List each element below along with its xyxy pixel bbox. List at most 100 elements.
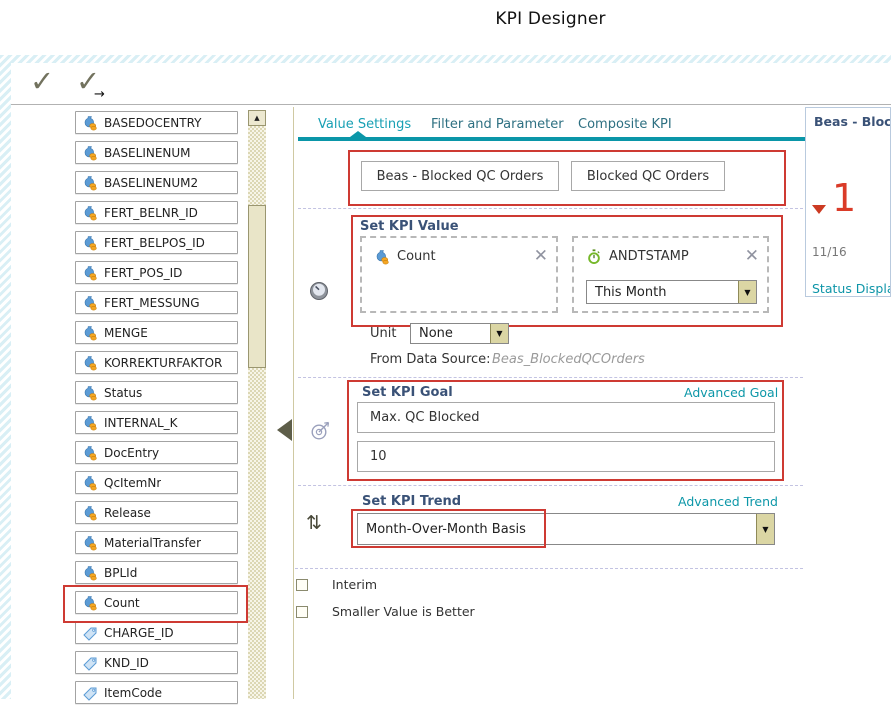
goal-section-title: Set KPI Goal (362, 385, 453, 400)
gauge-icon (309, 281, 329, 301)
measure-field-icon (82, 205, 98, 221)
smaller-value-checkbox[interactable] (296, 606, 308, 618)
section-separator (298, 208, 803, 209)
field-list-item[interactable]: BASELINENUM2 (75, 171, 238, 194)
advanced-goal-link[interactable]: Advanced Goal (684, 385, 778, 400)
interim-label: Interim (332, 577, 377, 592)
window-frame-left (0, 55, 11, 699)
measure-field-icon (82, 175, 98, 191)
field-list-item[interactable]: FERT_BELPOS_ID (75, 231, 238, 254)
field-label: KND_ID (104, 656, 149, 670)
dropdown-arrow-icon[interactable]: ▼ (756, 514, 774, 544)
field-label: BPLId (104, 566, 137, 580)
trend-basis-select[interactable]: Month-Over-Month Basis ▼ (357, 513, 775, 545)
target-icon (310, 419, 332, 441)
field-label: QcItemNr (104, 476, 161, 490)
tab-underline (298, 137, 805, 141)
measure-field-icon (82, 535, 98, 551)
measure-name: Count (397, 249, 534, 264)
kpi-preview-panel: Beas - Blocked QC Orders 1 11/16 Status … (805, 107, 891, 297)
sidebar-scrollbar-track[interactable] (248, 110, 266, 699)
field-list-item[interactable]: QcItemNr (75, 471, 238, 494)
field-label: BASEDOCENTRY (104, 116, 202, 130)
dropdown-arrow-icon[interactable]: ▼ (738, 281, 756, 303)
dropdown-arrow-icon[interactable]: ▼ (490, 324, 508, 343)
measure-field-icon (82, 265, 98, 281)
sidebar-scrollbar-thumb[interactable] (248, 205, 266, 368)
goal-name-input[interactable]: Max. QC Blocked (357, 402, 775, 433)
field-list-item[interactable]: FERT_POS_ID (75, 261, 238, 284)
field-list-item[interactable]: CHARGE_ID (75, 621, 238, 644)
field-list-item[interactable]: KND_ID (75, 651, 238, 674)
tag-field-icon (82, 655, 98, 671)
remove-measure-icon[interactable]: ✕ (534, 248, 548, 265)
measure-field-icon (82, 235, 98, 251)
unit-select[interactable]: None ▼ (410, 323, 509, 344)
tab-filter-and-parameter[interactable]: Filter and Parameter (431, 117, 564, 132)
field-list-item[interactable]: FERT_BELNR_ID (75, 201, 238, 224)
goal-value: 10 (370, 449, 387, 464)
period-select[interactable]: This Month ▼ (586, 280, 757, 304)
field-list-item[interactable]: Release (75, 501, 238, 524)
field-list-item[interactable]: MENGE (75, 321, 238, 344)
remove-dimension-icon[interactable]: ✕ (745, 248, 759, 265)
field-list-item[interactable]: KORREKTURFAKTOR (75, 351, 238, 374)
field-list-item[interactable]: Count (75, 591, 238, 614)
smaller-value-option-row: Smaller Value is Better (296, 604, 475, 619)
kpi-display-name-input[interactable]: Blocked QC Orders (571, 161, 725, 191)
data-source-value: Beas_BlockedQCOrders (492, 352, 645, 367)
field-label: FERT_POS_ID (104, 266, 182, 280)
field-label: Count (104, 596, 140, 610)
interim-checkbox[interactable] (296, 579, 308, 591)
section-separator (298, 377, 803, 378)
tab-composite-kpi[interactable]: Composite KPI (578, 117, 672, 132)
collapse-sidebar-arrow-icon[interactable] (277, 419, 292, 441)
confirm-and-next-check-icon[interactable]: ✓→ (76, 66, 100, 96)
kpi-full-name-input[interactable]: Beas - Blocked QC Orders (361, 161, 559, 191)
field-label: FERT_MESSUNG (104, 296, 200, 310)
scrollbar-up-arrow[interactable]: ▲ (248, 110, 266, 126)
trend-basis-value: Month-Over-Month Basis (358, 522, 756, 537)
timestamp-field-icon (586, 249, 602, 265)
forward-arrow-icon: → (94, 80, 105, 110)
field-list-item[interactable]: FERT_MESSUNG (75, 291, 238, 314)
field-label: BASELINENUM (104, 146, 191, 160)
field-list-item[interactable]: BPLId (75, 561, 238, 584)
field-list-item[interactable]: INTERNAL_K (75, 411, 238, 434)
measure-field-icon (82, 325, 98, 341)
status-display-link[interactable]: Status Display (812, 281, 891, 296)
field-list: BASEDOCENTRY BASELINENUM BASELINENUM2 FE… (75, 111, 238, 711)
section-separator (298, 485, 803, 486)
field-label: MaterialTransfer (104, 536, 201, 550)
measure-field-icon (374, 249, 390, 265)
smaller-value-label: Smaller Value is Better (332, 604, 475, 619)
dimension-drop-zone[interactable]: ANDTSTAMP ✕ This Month ▼ (572, 236, 769, 313)
field-list-item[interactable]: DocEntry (75, 441, 238, 464)
trend-section-title: Set KPI Trend (362, 494, 461, 509)
measure-field-icon (82, 415, 98, 431)
preview-kpi-title: Beas - Blocked QC Orders (814, 114, 891, 129)
measure-field-icon (82, 475, 98, 491)
window-frame-top (0, 55, 891, 63)
goal-name-value: Max. QC Blocked (370, 410, 480, 425)
dimension-name: ANDTSTAMP (609, 249, 745, 264)
measure-field-icon (82, 445, 98, 461)
trend-arrows-icon: ⇅ (306, 512, 322, 534)
field-list-item[interactable]: BASELINENUM (75, 141, 238, 164)
field-list-item[interactable]: BASEDOCENTRY (75, 111, 238, 134)
field-label: MENGE (104, 326, 148, 340)
advanced-trend-link[interactable]: Advanced Trend (678, 494, 778, 509)
tab-value-settings[interactable]: Value Settings (318, 117, 411, 132)
goal-value-input[interactable]: 10 (357, 441, 775, 472)
field-label: DocEntry (104, 446, 159, 460)
measure-drop-zone[interactable]: Count ✕ (360, 236, 558, 313)
kpi-display-name-value: Blocked QC Orders (587, 169, 709, 184)
field-list-item[interactable]: ItemCode (75, 681, 238, 704)
field-list-item[interactable]: MaterialTransfer (75, 531, 238, 554)
field-label: INTERNAL_K (104, 416, 178, 430)
field-list-item[interactable]: Status (75, 381, 238, 404)
section-separator (295, 568, 803, 569)
preview-kpi-value: 1 (832, 176, 856, 220)
confirm-check-icon[interactable]: ✓ (30, 66, 54, 96)
interim-option-row: Interim (296, 577, 377, 592)
